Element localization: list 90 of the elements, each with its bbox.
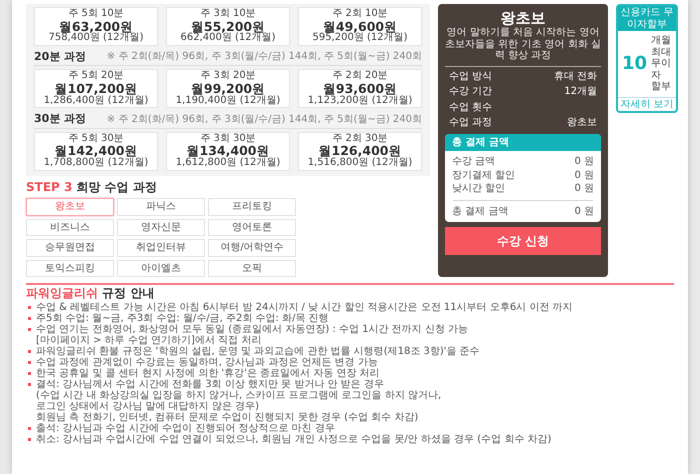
payment-value: 0 원 bbox=[574, 170, 594, 182]
course-option-button[interactable]: 비즈니스 bbox=[26, 218, 114, 236]
rule-text: 수업 & 레벨테스트 가능 시간은 아침 6시부터 밤 24시까지 / 낮 시간 할인 적용시간은 오전 11시부터 오후6시 이전 까지 bbox=[26, 302, 674, 314]
bullet-icon bbox=[28, 317, 31, 320]
monthly-price: 월93,600원 bbox=[322, 82, 398, 96]
plan-label: 주 2회 10분 bbox=[331, 9, 389, 20]
monthly-price: 월63,200원 bbox=[58, 20, 134, 34]
course-option-button[interactable]: 여행/어학연수 bbox=[208, 239, 296, 257]
step-label: STEP 3 bbox=[26, 180, 72, 194]
payment-header: 총 결제 금액 bbox=[445, 134, 601, 152]
total-price: 1,612,800원 (12개월) bbox=[174, 158, 282, 169]
info-label: 수업 방식 bbox=[449, 70, 492, 82]
course-option-button[interactable]: 영자신문 bbox=[117, 218, 205, 236]
total-price: 595,200원 (12개월) bbox=[311, 33, 409, 44]
bullet-icon bbox=[28, 438, 31, 442]
payment-value: 0 원 bbox=[574, 156, 594, 168]
plan-label: 주 5회 30분 bbox=[67, 134, 125, 144]
monthly-price: 월49,600원 bbox=[322, 20, 398, 34]
course-option-button[interactable]: 왕초보 bbox=[26, 198, 114, 216]
rule-text: 파워잉글리쉬 환불 규정은 '학원의 설립, 운영 및 과외교습에 관한 법률 시행령(제18조 3항)'을 준수 bbox=[26, 346, 674, 358]
rule-text: 수업 연기는 전화영어, 화상영어 모두 동일 (종료일에서 자동연장) : 수업 1시간 전까지 신청 가능 bbox=[26, 324, 674, 336]
section-title: 희망 수업 과정 bbox=[76, 180, 157, 194]
monthly-price: 월107,200원 bbox=[54, 82, 138, 96]
promo-number: 10 bbox=[622, 54, 648, 73]
course-title: 왕초보 bbox=[500, 10, 546, 28]
plan-label: 주 3회 10분 bbox=[199, 9, 257, 20]
bullet-icon bbox=[28, 427, 31, 430]
payment-label: 수강 금액 bbox=[452, 156, 496, 168]
payment-value: 0 원 bbox=[574, 183, 594, 195]
bullet-icon bbox=[28, 383, 31, 386]
bullet-icon bbox=[28, 328, 31, 332]
section-title: 규정 안내 bbox=[102, 286, 154, 300]
course-option-button[interactable]: 영어토론 bbox=[208, 218, 296, 236]
session-note: ※ 주 2회(화/목) 96회, 주 3회(월/수/금) 144회, 주 5회(월~금) 240회 bbox=[106, 114, 422, 126]
total-price: 1,708,800원 (12개월) bbox=[42, 158, 150, 169]
info-value: 12개월 bbox=[564, 86, 597, 98]
monthly-price: 월126,400원 bbox=[318, 144, 402, 158]
rule-text: 회원님 측 전화기, 인터넷, 컴퓨터 문제로 수업이 진행되지 못한 경우 (수업 회수 차감) bbox=[35, 412, 420, 424]
course-option-button[interactable]: 프리토킹 bbox=[208, 198, 296, 216]
monthly-price: 월142,400원 bbox=[54, 144, 138, 158]
info-label: 수업 횟수 bbox=[449, 102, 492, 114]
course-option-button[interactable]: 오픽 bbox=[208, 260, 296, 278]
payment-label: 장기결제 할인 bbox=[452, 170, 516, 182]
plan-label: 주 2회 30분 bbox=[331, 134, 389, 144]
brand-name: 파워잉글리쉬 bbox=[26, 286, 98, 300]
monthly-price: 월134,400원 bbox=[186, 144, 270, 158]
total-price: 1,286,400원 (12개월) bbox=[42, 96, 150, 106]
rule-text: 한국 공휴일 및 콜 센터 현지 사정에 의한 '휴강'은 종료일에서 자동 연장 처리 bbox=[26, 368, 674, 380]
bullet-icon bbox=[28, 372, 31, 376]
info-label: 수강 기간 bbox=[449, 86, 492, 98]
rule-text: [마이페이지 > 하루 수업 연기하기]에서 직접 처리 bbox=[35, 335, 262, 346]
plan-label: 주 5회 20분 bbox=[67, 71, 125, 82]
total-price: 1,190,400원 (12개월) bbox=[174, 96, 282, 106]
plan-label: 주 2회 20분 bbox=[331, 71, 389, 82]
plan-label: 주 5회 10분 bbox=[67, 9, 125, 20]
course-option-button[interactable]: 아이엘츠 bbox=[117, 260, 205, 278]
course-option-button[interactable]: 파닉스 bbox=[117, 198, 205, 216]
plan-label: 주 3회 30분 bbox=[199, 134, 257, 144]
total-price: 662,400원 (12개월) bbox=[179, 33, 277, 44]
info-value: 왕초보 bbox=[567, 117, 597, 129]
promo-text: 개월 최대 무이자 할부 bbox=[651, 35, 672, 92]
info-label: 수업 과정 bbox=[449, 117, 492, 129]
rule-text: 결석: 강사님께서 수업 시간에 전화를 3회 이상 했지만 못 받거나 안 받은 경우 bbox=[26, 379, 674, 390]
total-price: 758,400원 (12개월) bbox=[47, 33, 145, 44]
course-option-button[interactable]: 승무원면접 bbox=[26, 239, 114, 257]
rule-text: 출석: 강사님과 수업 시간에 수업이 진행되어 정상적으로 마친 경우 bbox=[26, 423, 674, 434]
total-price: 1,516,800원 (12개월) bbox=[306, 158, 414, 169]
section-title: 30분 과정 bbox=[34, 113, 86, 126]
total-value: 0 원 bbox=[574, 206, 594, 218]
session-note: ※ 주 2회(화/목) 96회, 주 3회(월/수/금) 144회, 주 5회(월~금) 240회 bbox=[106, 51, 422, 63]
rule-text: 취소: 강사님과 수업시간에 수업 연결이 되었으나, 회원님 개인 사정으로 수업을 못/안 하셨을 경우 (수업 회수 차감) bbox=[26, 434, 674, 446]
course-option-button[interactable]: 토익스피킹 bbox=[26, 260, 114, 278]
bullet-icon bbox=[28, 350, 31, 354]
bullet-icon bbox=[28, 361, 31, 364]
section-title: 20분 과정 bbox=[34, 50, 86, 64]
info-value: 휴대 전화 bbox=[554, 70, 597, 82]
bullet-icon bbox=[28, 306, 31, 310]
monthly-price: 월55,200원 bbox=[190, 20, 266, 34]
rule-text: 로그인 상태에서 강사님 말에 대답하지 않은 경우) bbox=[35, 401, 260, 412]
course-description: 영어 말하기를 처음 시작하는 영어 초보자들을 위한 기초 영어 회화 실력 향상 과정 bbox=[445, 27, 601, 67]
course-option-button[interactable]: 취업인터뷰 bbox=[117, 239, 205, 257]
rule-text: 주5회 수업: 월~금, 주3회 수업: 월/수/금, 주2회 수업: 화/목 진행 bbox=[26, 313, 674, 324]
total-label: 총 결제 금액 bbox=[452, 206, 508, 218]
rule-text: (수업 시간 내 화상강의실 입장을 하지 않거나, 스카이프 프로그램에 로그인을 하지 않거나, bbox=[35, 390, 442, 402]
plan-label: 주 3회 20분 bbox=[199, 71, 257, 82]
payment-label: 낮시간 할인 bbox=[452, 183, 506, 195]
promo-header: 신용카드 무이자할부 bbox=[618, 6, 676, 31]
rule-text: 수업 과정에 관계없이 수강료는 동일하며, 강사님과 과정은 언제든 변경 가능 bbox=[26, 357, 674, 368]
monthly-price: 월99,200원 bbox=[190, 82, 266, 96]
total-price: 1,123,200원 (12개월) bbox=[306, 96, 414, 106]
